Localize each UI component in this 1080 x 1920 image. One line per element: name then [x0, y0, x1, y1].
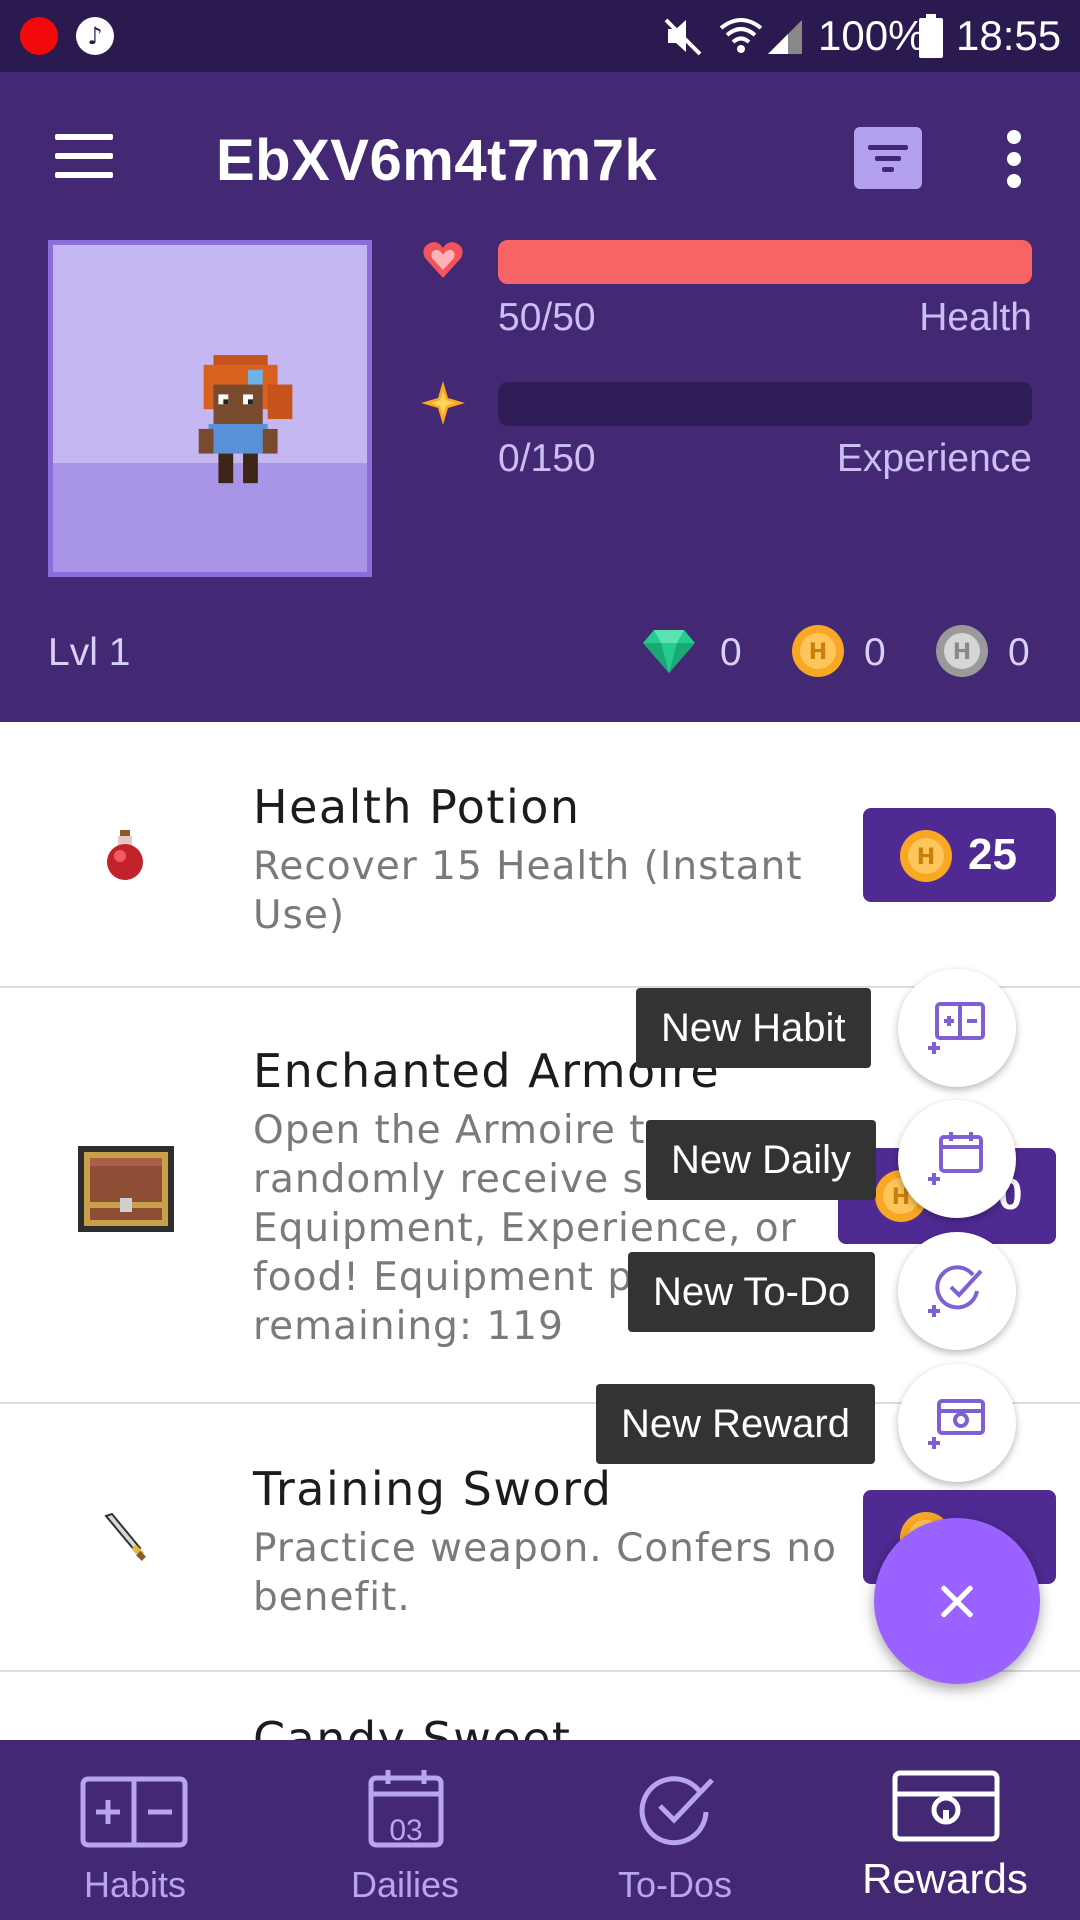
gold-coin-icon: H	[792, 625, 844, 677]
dailies-day-number: 03	[389, 1814, 423, 1847]
nav-dailies-label: Dailies	[350, 1864, 460, 1905]
battery-percent: 100%	[818, 12, 926, 59]
list-item[interactable]: Candy Sweet	[0, 1672, 1080, 1740]
filter-button[interactable]	[854, 127, 922, 189]
mute-icon	[664, 18, 702, 56]
star-icon	[421, 381, 465, 425]
experience-value: 0/150	[498, 437, 596, 480]
gold-value: 0	[864, 631, 886, 674]
reward-icon	[928, 1399, 985, 1449]
buy-button[interactable]: H 25	[863, 808, 1056, 902]
gold-coin-icon: H	[900, 830, 952, 882]
close-fab-button[interactable]	[874, 1518, 1040, 1684]
nav-habits[interactable]: Habits	[0, 1740, 270, 1920]
price-value: 25	[968, 830, 1017, 879]
svg-text:H: H	[809, 640, 827, 665]
hourglasses-value: 0	[1008, 631, 1030, 674]
daily-icon	[928, 1132, 983, 1185]
svg-text:H: H	[953, 640, 971, 665]
new-daily-label[interactable]: New Daily	[646, 1120, 877, 1200]
reward-notes: Recover 15 Health (Instant Use)	[253, 844, 803, 938]
health-label: Health	[919, 296, 1032, 339]
new-reward-button[interactable]	[898, 1364, 1016, 1482]
habit-icon	[928, 1002, 985, 1054]
clock: 18:55	[956, 12, 1062, 59]
nav-todos-label: To-Dos	[617, 1864, 733, 1905]
sword-icon	[104, 1512, 146, 1561]
level-label: Lvl 1	[48, 631, 131, 674]
heart-icon	[423, 242, 463, 278]
armoire-icon	[78, 1146, 174, 1232]
experience-label: Experience	[836, 437, 1032, 480]
hourglass-coin-icon: H	[936, 625, 988, 677]
profile-header: EbXV6m4t7m7k 50/50 Health 0/150 Experien…	[0, 72, 1080, 722]
health-value: 50/50	[498, 296, 596, 339]
gems-value: 0	[720, 631, 742, 674]
menu-icon[interactable]	[55, 134, 113, 178]
new-todo-label[interactable]: New To-Do	[628, 1252, 876, 1332]
todos-icon	[639, 1776, 714, 1846]
list-item[interactable]: Health Potion Recover 15 Health (Instant…	[0, 722, 1080, 988]
new-habit-button[interactable]	[898, 969, 1016, 1087]
reward-notes: Practice weapon. Confers no benefit.	[253, 1526, 837, 1620]
new-todo-button[interactable]	[898, 1232, 1016, 1350]
wifi-icon	[719, 18, 763, 53]
nav-rewards-label: Rewards	[862, 1855, 1028, 1902]
rewards-icon	[892, 1770, 1000, 1842]
music-icon: ♪	[76, 17, 114, 55]
nav-habits-label: Habits	[83, 1864, 187, 1905]
experience-bar	[498, 382, 1032, 426]
gem-icon	[643, 630, 695, 673]
new-habit-label[interactable]: New Habit	[636, 988, 871, 1068]
record-icon	[20, 17, 58, 55]
signal-icon	[768, 20, 802, 54]
health-bar-fill	[498, 240, 1032, 284]
reward-title: Training Sword	[253, 1462, 613, 1516]
health-bar	[498, 240, 1032, 284]
status-bar: ♪ 100% 18:55	[0, 0, 1080, 72]
avatar[interactable]	[48, 240, 372, 577]
avatar-sprite	[198, 355, 293, 484]
health-potion-icon	[107, 830, 143, 880]
more-options-icon[interactable]	[1000, 130, 1028, 188]
battery-icon	[919, 14, 943, 58]
page-title: EbXV6m4t7m7k	[216, 128, 658, 193]
todo-icon	[928, 1265, 983, 1317]
bottom-navigation: Habits 03 Dailies To-Dos Rewards	[0, 1740, 1080, 1920]
habits-icon	[80, 1776, 188, 1848]
new-daily-button[interactable]	[898, 1100, 1016, 1218]
nav-rewards[interactable]: Rewards	[810, 1740, 1080, 1920]
svg-text:H: H	[917, 845, 935, 870]
nav-todos[interactable]: To-Dos	[540, 1740, 810, 1920]
nav-dailies[interactable]: 03 Dailies	[270, 1740, 540, 1920]
new-reward-label[interactable]: New Reward	[596, 1384, 875, 1464]
reward-title: Health Potion	[253, 780, 581, 834]
reward-title: Candy Sweet	[253, 1712, 572, 1740]
